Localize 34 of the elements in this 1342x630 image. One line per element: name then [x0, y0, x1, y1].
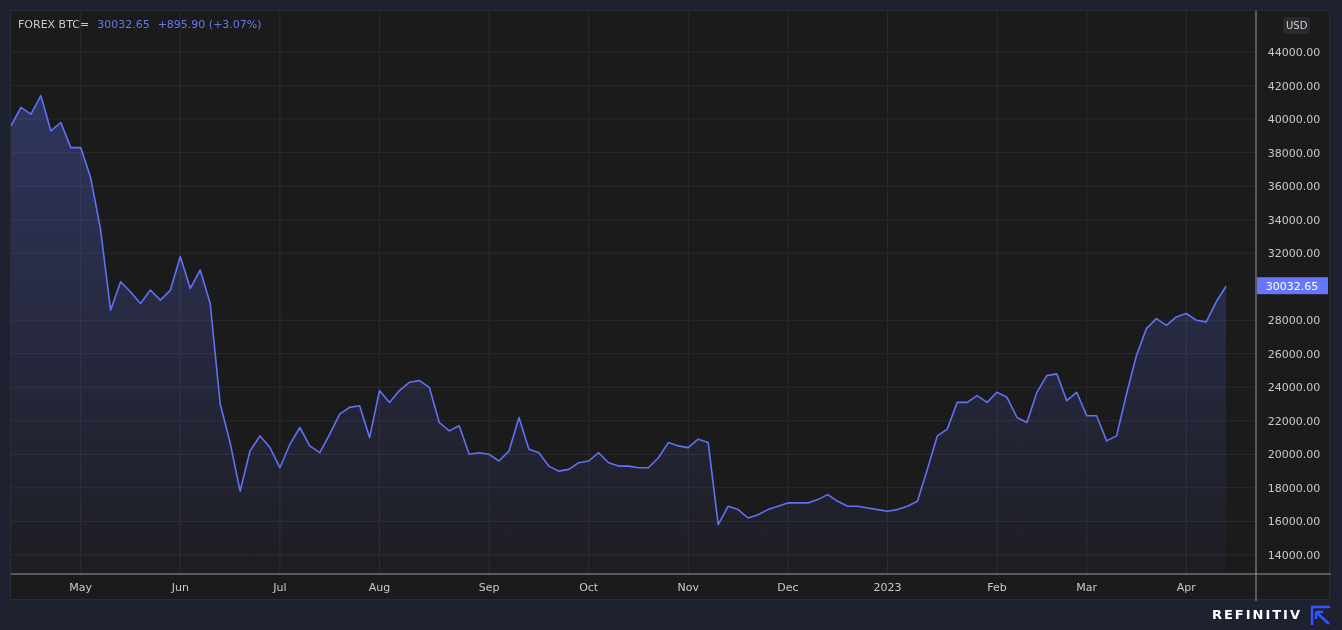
time-axis-label: Jul	[273, 581, 287, 594]
brand-arrow-icon	[1310, 605, 1330, 625]
price-axis-label: 36000.00	[1267, 180, 1321, 194]
time-axis-label: Apr	[1176, 581, 1196, 594]
price-axis-label: 42000.00	[1267, 79, 1321, 93]
price-axis-label: 16000.00	[1267, 515, 1321, 529]
price-axis-label: 28000.00	[1267, 314, 1321, 328]
price-axis-label: 14000.00	[1267, 548, 1321, 562]
time-axis-label: Dec	[777, 581, 799, 594]
time-axis-label: Aug	[368, 581, 391, 594]
price-axis-label: 38000.00	[1267, 146, 1321, 160]
legend-change: +895.90 (+3.07%)	[157, 17, 262, 33]
price-axis-label: 20000.00	[1267, 448, 1321, 462]
price-axis-label: 24000.00	[1267, 381, 1321, 395]
price-axis-label: 44000.00	[1267, 46, 1321, 60]
last-price-marker: 30032.65	[1257, 277, 1328, 295]
legend-price: 30032.65	[97, 17, 150, 33]
brand-logo-text: REFINITIV	[1211, 606, 1302, 625]
time-axis-label: Oct	[579, 581, 599, 594]
time-axis-label: 2023	[873, 581, 902, 594]
price-axis-label: 18000.00	[1267, 481, 1321, 495]
legend-symbol: FOREX BTC=	[18, 17, 90, 33]
time-axis-label: Nov	[677, 581, 699, 594]
time-axis-label: Feb	[987, 581, 1007, 594]
time-axis-label: Jun	[171, 581, 189, 594]
price-axis-label: 26000.00	[1267, 347, 1321, 361]
price-axis-label: 22000.00	[1267, 414, 1321, 428]
price-axis-label: 32000.00	[1267, 247, 1321, 261]
price-axis-label: 40000.00	[1267, 113, 1321, 127]
price-axis-label: 34000.00	[1267, 213, 1321, 227]
time-axis-label: Sep	[478, 581, 500, 594]
time-axis-label: Mar	[1076, 581, 1098, 594]
currency-button[interactable]: USD	[1283, 17, 1311, 34]
time-axis-label: May	[69, 581, 93, 594]
